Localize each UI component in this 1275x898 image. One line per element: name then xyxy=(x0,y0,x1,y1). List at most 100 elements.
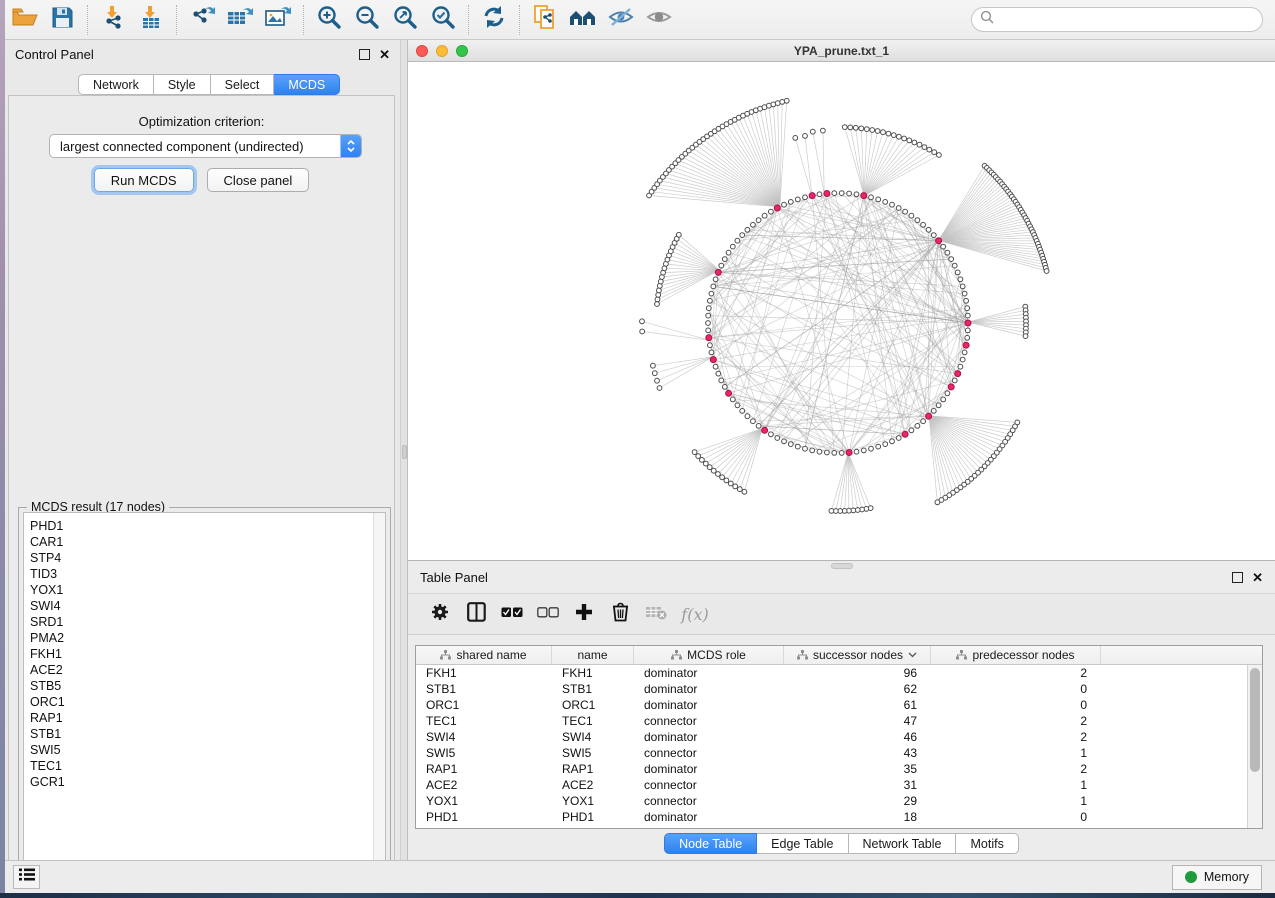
graph-node[interactable] xyxy=(846,450,852,456)
graph-node[interactable] xyxy=(657,288,662,293)
graph-node[interactable] xyxy=(962,350,967,355)
graph-node[interactable] xyxy=(655,297,660,302)
graph-node[interactable] xyxy=(722,257,727,262)
graph-node[interactable] xyxy=(859,126,864,131)
graph-edge[interactable] xyxy=(740,429,762,490)
graph-node[interactable] xyxy=(735,238,740,243)
graph-node[interactable] xyxy=(710,357,716,363)
column-header-predecessor-nodes[interactable]: predecessor nodes xyxy=(931,646,1101,664)
graph-node[interactable] xyxy=(756,424,761,429)
function-builder-button[interactable]: f(x) xyxy=(674,597,710,631)
export-network-button[interactable] xyxy=(185,4,219,36)
graph-edge[interactable] xyxy=(840,453,848,511)
graph-node[interactable] xyxy=(656,293,661,298)
graph-node[interactable] xyxy=(817,192,822,197)
graph-node[interactable] xyxy=(921,222,926,227)
hide-selected-button[interactable] xyxy=(604,4,638,36)
graph-node[interactable] xyxy=(883,442,888,447)
graph-node[interactable] xyxy=(963,342,969,348)
graph-node[interactable] xyxy=(876,197,881,202)
graph-edge[interactable] xyxy=(679,235,719,270)
graph-node[interactable] xyxy=(890,202,895,207)
graph-node[interactable] xyxy=(965,306,970,311)
column-header-shared-name[interactable]: shared name xyxy=(416,646,552,664)
graph-node[interactable] xyxy=(652,371,657,376)
mcds-result-item[interactable]: SWI5 xyxy=(30,742,373,758)
open-file-button[interactable] xyxy=(7,4,41,36)
tab-network[interactable]: Network xyxy=(78,74,154,95)
graph-edge[interactable] xyxy=(709,308,765,430)
graph-node[interactable] xyxy=(711,284,716,289)
graph-node[interactable] xyxy=(890,439,895,444)
graph-node[interactable] xyxy=(817,449,822,454)
graph-node[interactable] xyxy=(722,385,727,390)
mcds-result-item[interactable]: STB1 xyxy=(30,726,373,742)
mcds-result-item[interactable]: SWI4 xyxy=(30,598,373,614)
graph-node[interactable] xyxy=(756,218,761,223)
graph-node[interactable] xyxy=(782,439,787,444)
search-input[interactable] xyxy=(1000,13,1254,27)
close-table-panel-icon[interactable]: ✕ xyxy=(1252,572,1263,583)
deselect-all-button[interactable] xyxy=(530,597,566,631)
tab-style[interactable]: Style xyxy=(154,74,211,95)
graph-edge[interactable] xyxy=(700,142,780,207)
first-neighbors-button[interactable] xyxy=(566,4,600,36)
graph-edge[interactable] xyxy=(929,416,981,470)
graph-node[interactable] xyxy=(853,125,858,130)
graph-node[interactable] xyxy=(651,363,656,368)
graph-node[interactable] xyxy=(692,450,697,455)
graph-node[interactable] xyxy=(941,397,946,402)
mcds-result-item[interactable]: TID3 xyxy=(30,566,373,582)
column-header-successor-nodes[interactable]: successor nodes xyxy=(784,646,931,664)
graph-node[interactable] xyxy=(724,478,729,483)
graph-node[interactable] xyxy=(965,320,971,326)
graph-node[interactable] xyxy=(824,191,830,197)
graph-node[interactable] xyxy=(875,129,880,134)
graph-node[interactable] xyxy=(713,277,718,282)
graph-node[interactable] xyxy=(941,244,946,249)
graph-node[interactable] xyxy=(728,481,733,486)
tab-network-table[interactable]: Network Table xyxy=(849,833,957,854)
graph-node[interactable] xyxy=(854,449,859,454)
delete-column-button[interactable] xyxy=(602,597,638,631)
table-settings-button[interactable] xyxy=(422,597,458,631)
graph-node[interactable] xyxy=(832,191,837,196)
graph-node[interactable] xyxy=(881,130,886,135)
graph-node[interactable] xyxy=(965,328,970,333)
run-mcds-button[interactable]: Run MCDS xyxy=(94,168,194,192)
graph-node[interactable] xyxy=(909,428,914,433)
graph-node[interactable] xyxy=(706,335,712,341)
table-row[interactable]: RAP1RAP1dominator352 xyxy=(416,761,1262,777)
graph-edge[interactable] xyxy=(929,416,994,456)
graph-node[interactable] xyxy=(733,484,738,489)
graph-node[interactable] xyxy=(655,378,660,383)
graph-node[interactable] xyxy=(891,133,896,138)
graph-node[interactable] xyxy=(640,319,645,324)
graph-node[interactable] xyxy=(711,468,716,473)
mcds-result-item[interactable]: FKH1 xyxy=(30,646,373,662)
zoom-fit-button[interactable] xyxy=(388,4,422,36)
mcds-result-item[interactable]: RAP1 xyxy=(30,710,373,726)
graph-node[interactable] xyxy=(902,431,908,437)
graph-node[interactable] xyxy=(730,244,735,249)
tab-mcds[interactable]: MCDS xyxy=(274,74,340,95)
graph-node[interactable] xyxy=(962,291,967,296)
graph-node[interactable] xyxy=(927,147,932,152)
graph-node[interactable] xyxy=(719,378,724,383)
mcds-result-item[interactable]: SRD1 xyxy=(30,614,373,630)
mcds-result-item[interactable]: STP4 xyxy=(30,550,373,566)
graph-node[interactable] xyxy=(903,209,908,214)
graph-node[interactable] xyxy=(782,202,787,207)
graph-edge[interactable] xyxy=(655,357,713,373)
graph-node[interactable] xyxy=(713,364,718,369)
new-network-from-selection-button[interactable] xyxy=(528,4,562,36)
graph-node[interactable] xyxy=(839,451,844,456)
graph-node[interactable] xyxy=(869,195,874,200)
graph-edge[interactable] xyxy=(752,112,780,207)
graph-node[interactable] xyxy=(803,134,808,139)
graph-edge[interactable] xyxy=(642,321,709,340)
graph-node[interactable] xyxy=(958,364,963,369)
graph-node[interactable] xyxy=(706,328,711,333)
tab-edge-table[interactable]: Edge Table xyxy=(757,833,848,854)
graph-node[interactable] xyxy=(769,432,774,437)
